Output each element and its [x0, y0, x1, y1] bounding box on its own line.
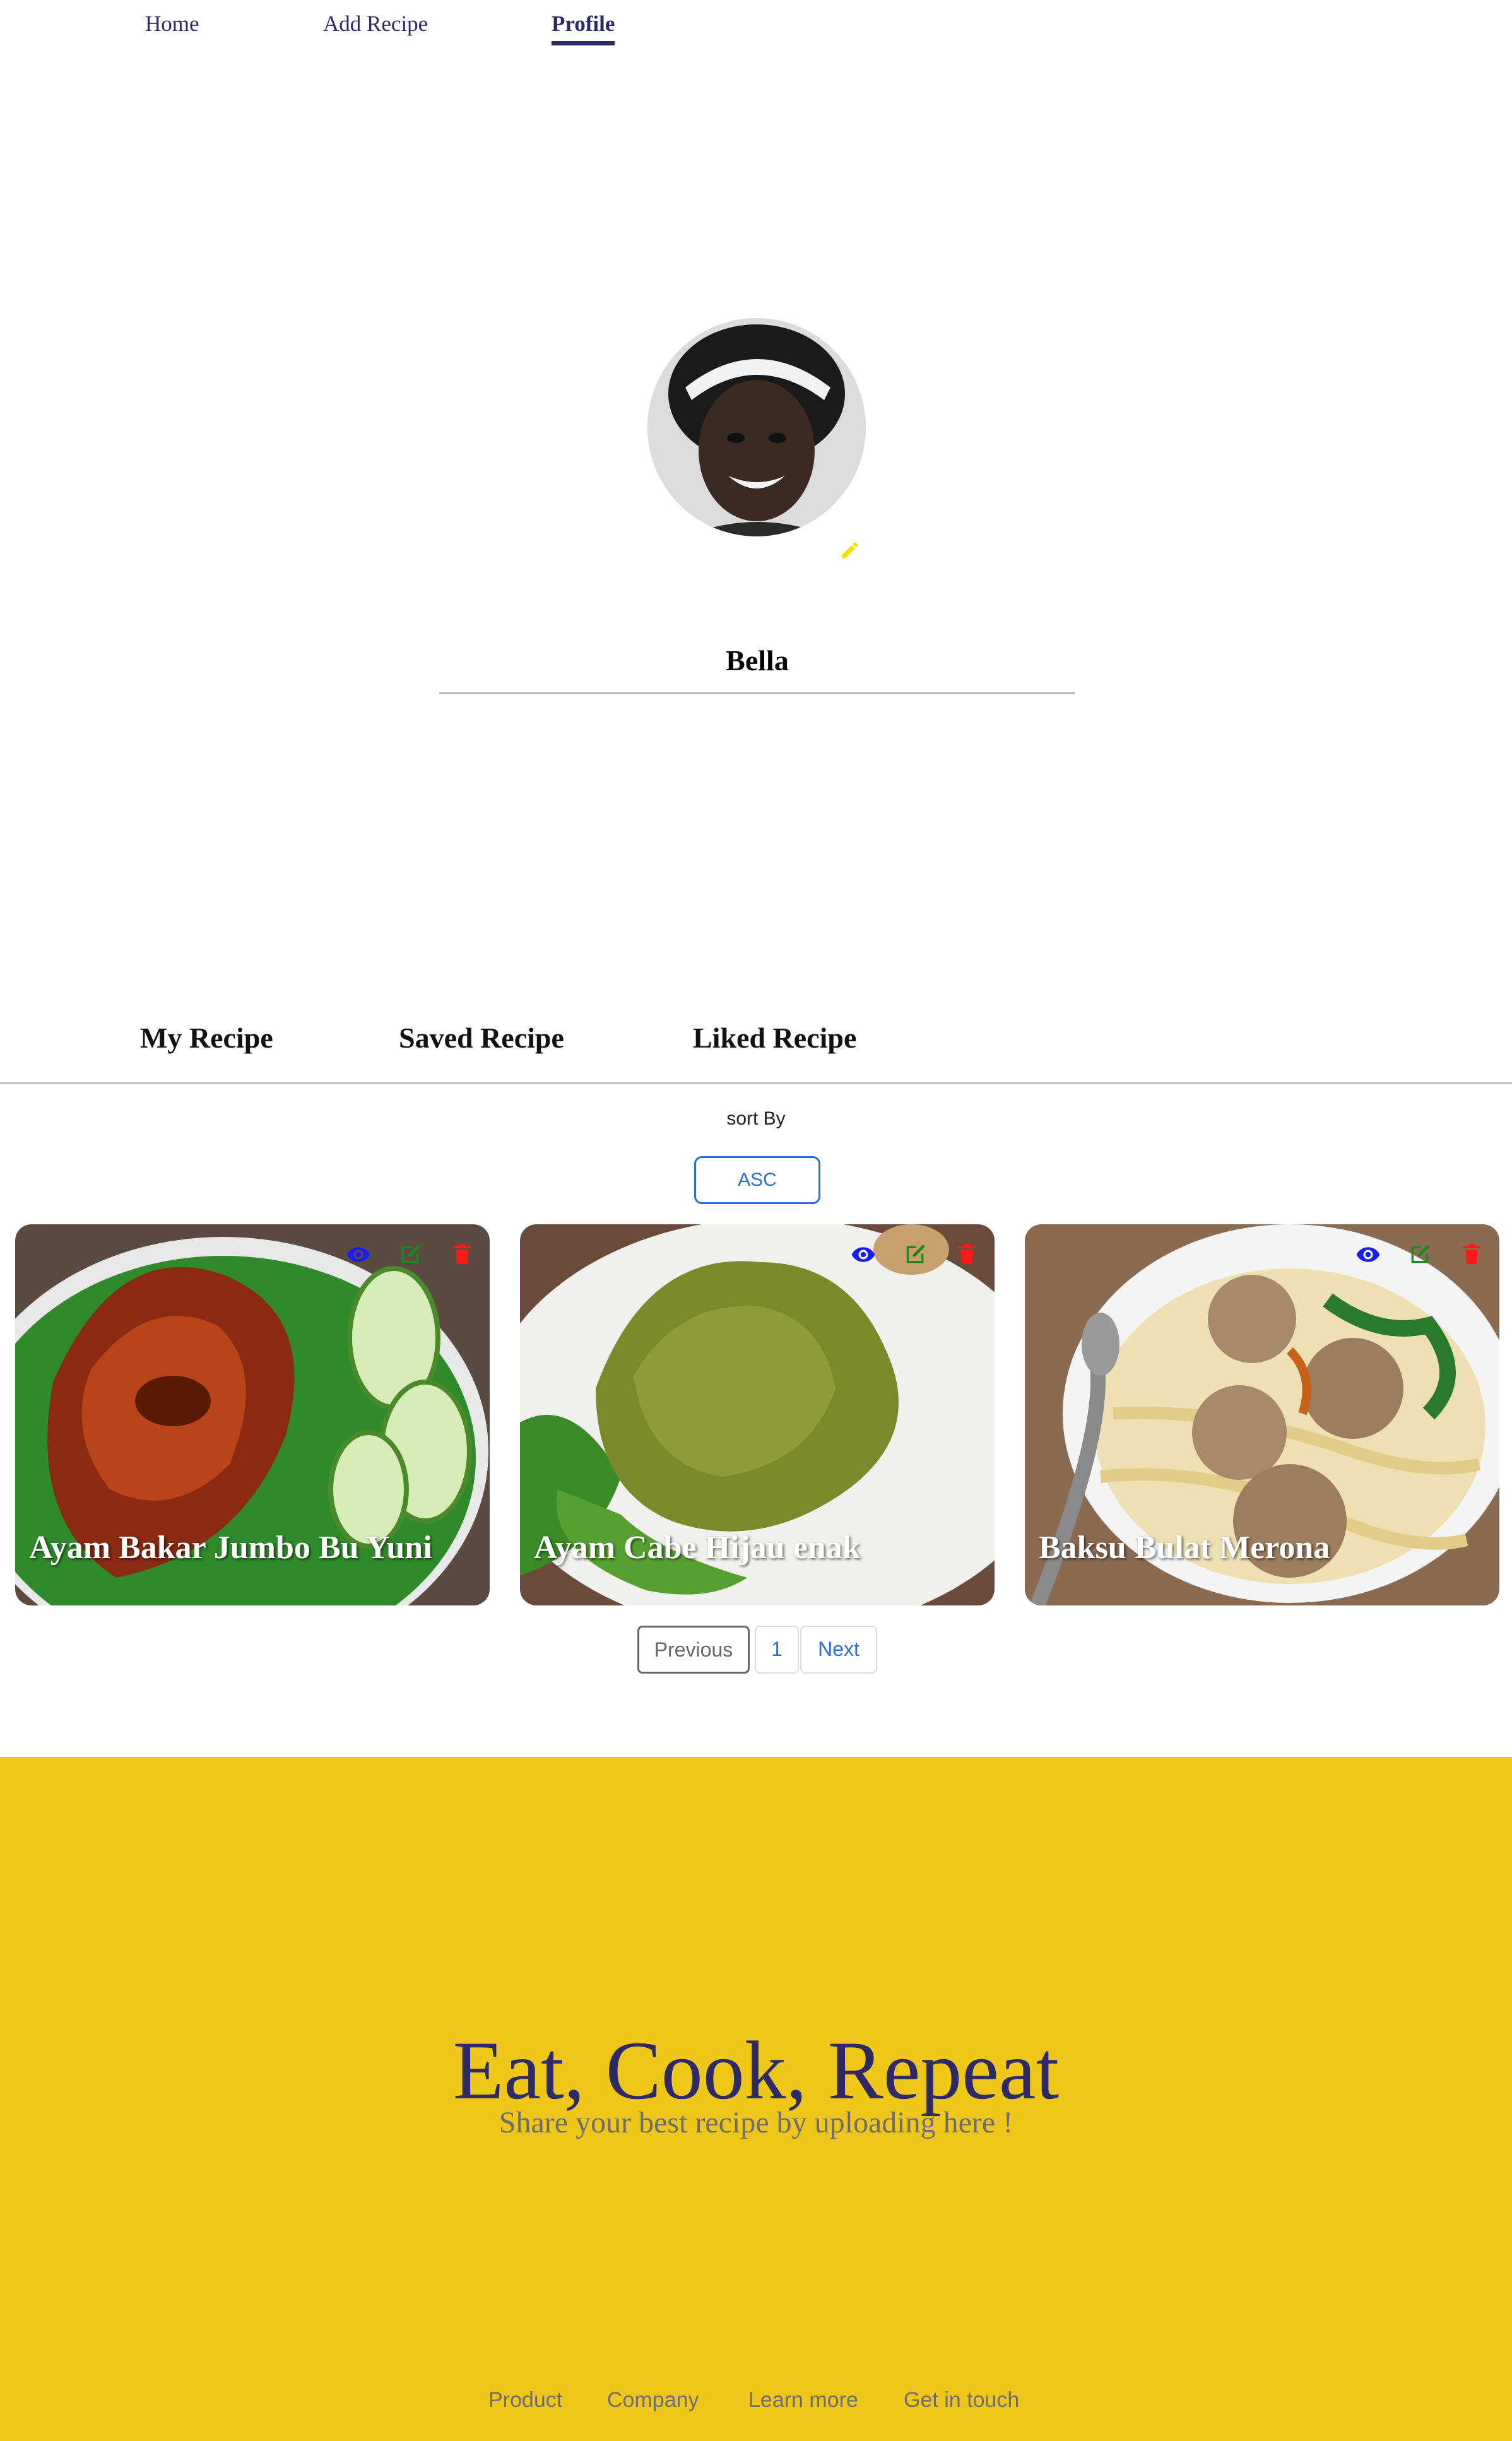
edit-icon[interactable]	[902, 1242, 928, 1267]
pagination-next-button[interactable]: Next	[800, 1626, 877, 1674]
trash-icon[interactable]	[1459, 1242, 1484, 1267]
trash-icon[interactable]	[449, 1242, 475, 1267]
footer-link-product[interactable]: Product	[488, 2388, 562, 2413]
top-nav: Home Add Recipe Profile	[0, 0, 1512, 57]
footer-link-learn-more[interactable]: Learn more	[748, 2388, 858, 2413]
sort-asc-button[interactable]: ASC	[694, 1156, 820, 1204]
eye-icon[interactable]	[1355, 1242, 1381, 1267]
edit-icon[interactable]	[1407, 1242, 1432, 1267]
profile-name: Bella	[439, 644, 1075, 694]
pencil-icon[interactable]	[839, 540, 861, 561]
footer-title: Eat, Cook, Repeat	[452, 2024, 1060, 2117]
recipe-tabs: My Recipe Saved Recipe Liked Recipe	[0, 1019, 1512, 1084]
recipe-card[interactable]: Baksu Bulat Merona	[1025, 1224, 1499, 1605]
footer: Eat, Cook, Repeat Share your best recipe…	[0, 1757, 1512, 2441]
sort-label: sort By	[726, 1108, 786, 1129]
nav-add-recipe-link[interactable]: Add Recipe	[323, 11, 428, 37]
recipe-card[interactable]: Ayam Cabe Hijau enak	[520, 1224, 995, 1605]
avatar	[647, 318, 866, 536]
footer-subtitle: Share your best recipe by uploading here…	[499, 2106, 1013, 2139]
recipe-title: Baksu Bulat Merona	[1039, 1530, 1330, 1566]
eye-icon[interactable]	[346, 1242, 371, 1267]
footer-link-company[interactable]: Company	[607, 2388, 699, 2413]
recipe-title: Ayam Bakar Jumbo Bu Yuni	[29, 1530, 432, 1566]
trash-icon[interactable]	[954, 1242, 979, 1267]
eye-icon[interactable]	[851, 1242, 876, 1267]
pagination-page-1[interactable]: 1	[755, 1626, 799, 1674]
nav-home-link[interactable]: Home	[145, 11, 199, 37]
footer-link-get-in-touch[interactable]: Get in touch	[904, 2388, 1019, 2413]
edit-icon[interactable]	[398, 1242, 423, 1267]
pagination-previous-button[interactable]: Previous	[637, 1626, 750, 1674]
tab-my-recipe[interactable]: My Recipe	[140, 1021, 273, 1055]
recipe-title: Ayam Cabe Hijau enak	[534, 1530, 861, 1566]
tab-liked-recipe[interactable]: Liked Recipe	[693, 1021, 856, 1055]
recipe-card[interactable]: Ayam Bakar Jumbo Bu Yuni	[15, 1224, 490, 1605]
tab-saved-recipe[interactable]: Saved Recipe	[399, 1021, 564, 1055]
nav-profile-link[interactable]: Profile	[552, 11, 615, 45]
